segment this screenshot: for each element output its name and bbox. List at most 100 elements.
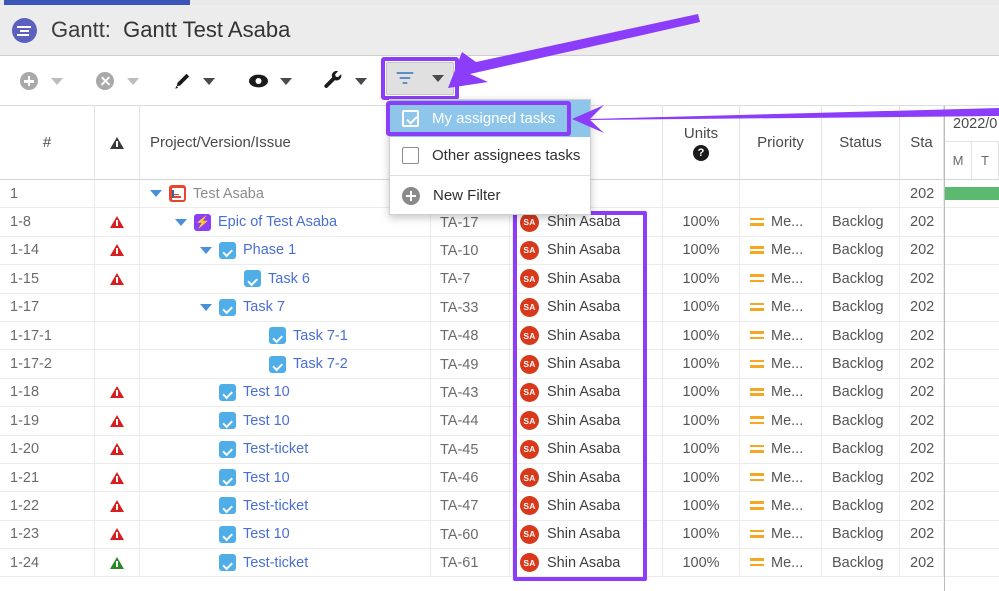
header-status[interactable]: Status <box>822 105 900 180</box>
issue-name-link[interactable]: Task 7 <box>243 299 285 315</box>
row-start-date: 202 <box>900 406 944 436</box>
header-units[interactable]: Units ? <box>663 105 740 180</box>
row-warning-cell <box>95 349 140 379</box>
project-type-icon <box>169 185 186 203</box>
priority-medium-icon <box>750 500 764 511</box>
chevron-down-icon <box>355 77 367 85</box>
issue-name-link[interactable]: Task 7-2 <box>293 356 348 372</box>
gantt-row[interactable] <box>945 436 999 464</box>
task-type-icon <box>244 270 261 288</box>
avatar: SA <box>520 496 539 516</box>
gantt-row[interactable] <box>945 379 999 408</box>
priority-label: Me... <box>771 299 804 316</box>
expand-collapse-caret-icon[interactable] <box>150 190 162 198</box>
help-icon[interactable]: ? <box>693 144 709 161</box>
gantt-row[interactable] <box>945 549 999 578</box>
row-index: 1-14 <box>0 236 95 265</box>
priority-medium-icon <box>750 273 764 284</box>
issue-name-link[interactable]: Task 6 <box>268 271 310 287</box>
row-units: 100% <box>663 264 740 294</box>
gantt-row[interactable] <box>945 265 999 294</box>
priority-medium-icon <box>750 415 764 426</box>
issue-name-link[interactable]: Test 10 <box>243 384 290 400</box>
menu-item-other-assignees-tasks[interactable]: Other assignees tasks <box>390 137 590 174</box>
avatar: SA <box>520 411 539 431</box>
issue-key: TA-10 <box>440 242 479 259</box>
eye-icon-button[interactable] <box>243 64 273 98</box>
row-start-date: 202 <box>900 321 944 350</box>
gantt-day-cell: M <box>945 142 972 179</box>
header-priority[interactable]: Priority <box>740 105 822 180</box>
issue-name-link[interactable]: Task 7-1 <box>293 328 348 344</box>
gantt-row[interactable] <box>945 180 999 209</box>
issue-key: TA-45 <box>440 441 479 458</box>
gantt-row[interactable] <box>945 407 999 436</box>
expand-collapse-caret-icon[interactable] <box>175 218 187 226</box>
delete-menu-caret-button[interactable] <box>120 64 146 98</box>
row-status: Backlog <box>822 378 900 407</box>
gantt-row[interactable] <box>945 350 999 379</box>
issue-name-link[interactable]: Epic of Test Asaba <box>218 214 337 230</box>
row-index: 1-19 <box>0 406 95 436</box>
gantt-row[interactable] <box>945 521 999 550</box>
filter-button[interactable] <box>386 62 454 95</box>
row-start-date: 202 <box>900 293 944 322</box>
priority-medium-icon <box>750 359 764 370</box>
priority-label: Me... <box>771 270 804 287</box>
row-index: 1 <box>0 179 95 208</box>
issue-key-column: TA-17 TA-10 TA-7 TA-33 TA-48 TA-49 TA-43 TA-44 T… <box>440 180 510 577</box>
row-assignee-cell: SA Shin Asaba <box>510 378 663 407</box>
gantt-row[interactable] <box>945 237 999 266</box>
add-circle-icon-button[interactable] <box>14 64 44 98</box>
tools-menu-caret-button[interactable] <box>348 64 374 98</box>
menu-item-my-assigned-tasks[interactable]: My assigned tasks <box>390 100 590 137</box>
add-menu-caret-button[interactable] <box>44 64 70 98</box>
row-status: Backlog <box>822 207 900 237</box>
menu-item-new-filter[interactable]: New Filter <box>390 177 590 214</box>
gantt-row[interactable] <box>945 208 999 237</box>
row-status: Backlog <box>822 463 900 492</box>
issue-name-link[interactable]: Test Asaba <box>193 186 264 202</box>
gantt-bar[interactable] <box>945 187 999 200</box>
edit-menu-caret-button[interactable] <box>196 64 222 98</box>
header-index[interactable]: # <box>0 105 95 180</box>
delete-circle-icon-button[interactable] <box>90 64 120 98</box>
row-assignee-cell: SA Shin Asaba <box>510 548 663 577</box>
task-type-icon <box>219 525 236 543</box>
row-status: Backlog <box>822 491 900 521</box>
issue-name-link[interactable]: Test-ticket <box>243 498 308 514</box>
issue-name-link[interactable]: Test 10 <box>243 526 290 542</box>
row-index: 1-17 <box>0 293 95 322</box>
issue-name-link[interactable]: Test-ticket <box>243 441 308 457</box>
gantt-row[interactable] <box>945 294 999 322</box>
priority-label: Me... <box>771 412 804 429</box>
expand-collapse-caret-icon[interactable] <box>200 246 212 254</box>
issue-name-link[interactable]: Test-ticket <box>243 555 308 571</box>
row-units: 100% <box>663 207 740 237</box>
issue-key: TA-46 <box>440 470 479 487</box>
avatar: SA <box>520 326 539 346</box>
task-type-icon <box>219 469 236 487</box>
header-start-date[interactable]: Sta <box>900 105 944 180</box>
row-status: Backlog <box>822 349 900 379</box>
menu-separator <box>390 175 590 176</box>
issue-name-link[interactable]: Phase 1 <box>243 242 296 258</box>
header-warning[interactable] <box>95 105 140 180</box>
gantt-row[interactable] <box>945 464 999 493</box>
view-menu-caret-button[interactable] <box>273 64 299 98</box>
issue-name-link[interactable]: Test 10 <box>243 413 290 429</box>
row-priority-cell: Me... <box>740 349 822 379</box>
expand-collapse-caret-icon[interactable] <box>200 303 212 311</box>
avatar: SA <box>520 269 539 289</box>
gantt-row[interactable] <box>945 492 999 521</box>
row-status: Backlog <box>822 548 900 577</box>
row-priority-cell: Me... <box>740 321 822 350</box>
row-warning-cell <box>95 293 140 322</box>
pencil-icon <box>174 73 189 89</box>
pencil-icon-button[interactable] <box>166 64 196 98</box>
row-start-date: 202 <box>900 207 944 237</box>
issue-name-link[interactable]: Test 10 <box>243 470 290 486</box>
avatar: SA <box>520 354 539 374</box>
gantt-row[interactable] <box>945 322 999 351</box>
wrench-icon-button[interactable] <box>318 64 348 98</box>
